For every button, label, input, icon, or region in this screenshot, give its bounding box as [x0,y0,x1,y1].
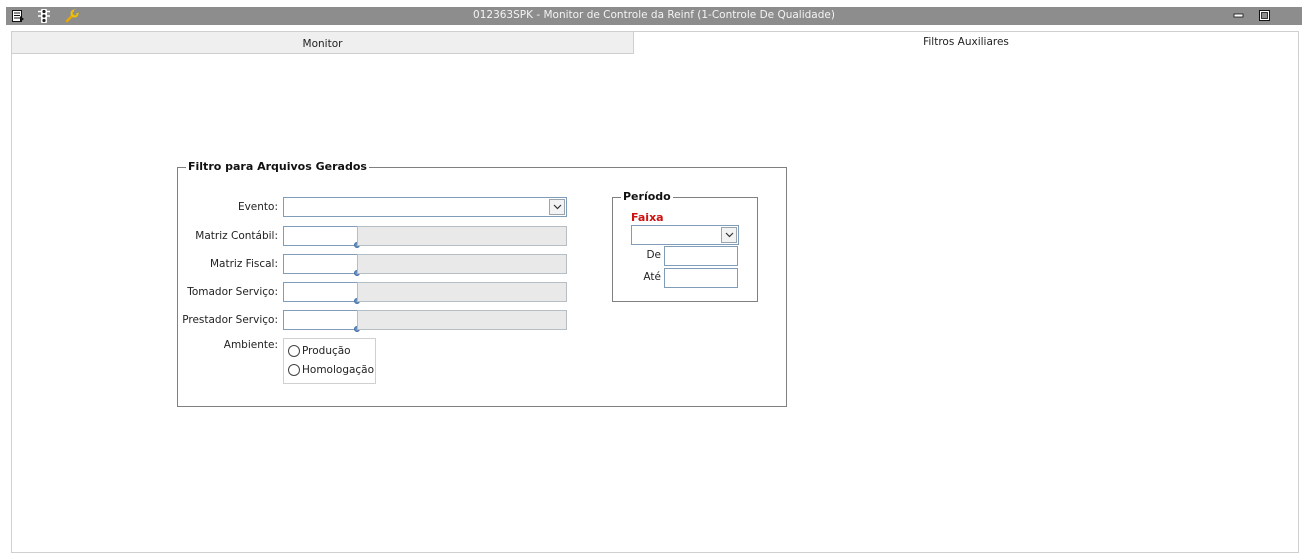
ate-label: Até [643,271,661,283]
radio-producao[interactable]: Produção [288,345,351,357]
tomador-input[interactable] [283,282,360,304]
chevron-down-icon[interactable] [549,199,565,215]
matriz-contabil-label: Matriz Contábil: [195,230,278,242]
matriz-fiscal-label: Matriz Fiscal: [209,258,278,270]
period-group-legend: Período [621,190,673,203]
radio-homologacao[interactable]: Homologação [288,364,374,376]
ambiente-radio-group: Produção Homologação [283,338,376,384]
matriz-contabil-description [357,226,567,246]
radio-circle-icon[interactable] [288,345,300,357]
de-label: De [646,249,661,261]
matriz-fiscal-input[interactable] [283,254,360,276]
tab-monitor-label: Monitor [302,38,343,50]
evento-label: Evento: [237,201,278,213]
tab-monitor[interactable]: Monitor [11,31,634,54]
radio-producao-label: Produção [302,345,351,357]
faixa-combo[interactable] [631,225,739,245]
prestador-input[interactable] [283,310,360,332]
minimize-icon[interactable] [1233,10,1244,21]
tab-filtros-label: Filtros Auxiliares [923,36,1009,48]
title-bar: 012363SPK - Monitor de Controle da Reinf… [6,7,1302,25]
matriz-contabil-input[interactable] [283,226,360,248]
de-input[interactable] [664,246,738,266]
chevron-down-icon[interactable] [721,227,737,243]
ambiente-label: Ambiente: [223,339,278,351]
radio-homologacao-label: Homologação [302,364,375,376]
tab-filtros-auxiliares[interactable]: Filtros Auxiliares [634,31,1299,54]
tomador-description [357,282,567,302]
window-title: 012363SPK - Monitor de Controle da Reinf… [473,9,835,21]
filter-group-legend: Filtro para Arquivos Gerados [186,160,369,173]
matriz-fiscal-description [357,254,567,274]
ate-input[interactable] [664,268,738,288]
evento-combo[interactable] [283,197,567,217]
maximize-icon[interactable] [1259,10,1270,21]
prestador-description [357,310,567,330]
prestador-label: Prestador Serviço: [182,314,278,326]
tomador-label: Tomador Serviço: [187,286,278,298]
faixa-label: Faixa [631,211,664,224]
radio-circle-icon[interactable] [288,364,300,376]
